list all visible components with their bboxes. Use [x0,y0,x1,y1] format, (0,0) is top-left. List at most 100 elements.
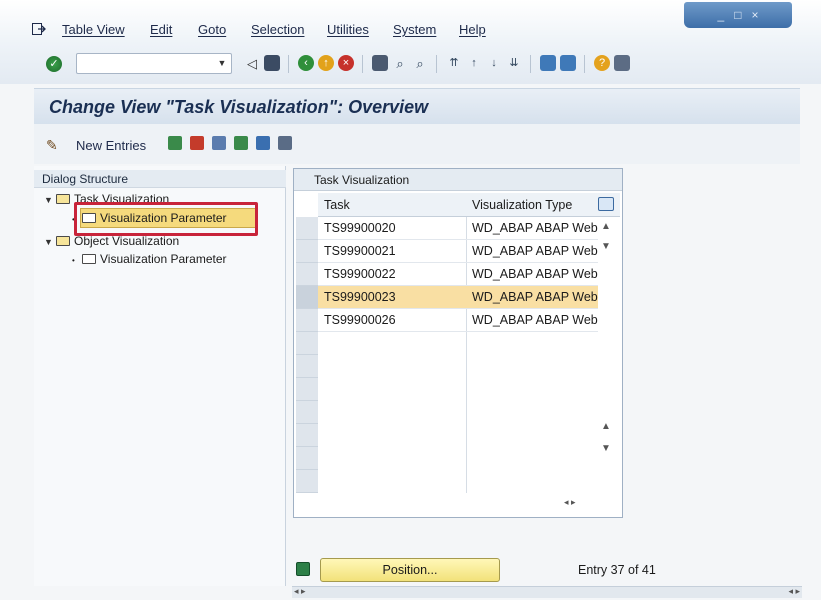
tree-item-visualization-parameter[interactable]: • Visualization Parameter [72,250,227,268]
help-icon[interactable]: ? [594,55,610,71]
folder-open-icon [56,236,70,246]
position-button[interactable]: Position... [320,558,500,582]
column-settings-icon[interactable] [598,197,614,211]
horizontal-scroll-arrows-icon[interactable]: ◂ ▸ [564,497,576,508]
page-title: Change View "Task Visualization": Overvi… [49,97,429,117]
screen-title-bar: Change View "Task Visualization": Overvi… [34,88,800,124]
entry-count: Entry 37 of 41 [578,563,656,577]
new-entries-icon[interactable]: ✎ [46,137,58,154]
expand-arrow-icon[interactable]: ▼ [44,233,56,251]
task-cell[interactable]: TS99900020 [318,217,466,240]
column-header-visualization-type[interactable]: Visualization Type [466,193,620,217]
expand-arrow-icon[interactable]: ▼ [44,191,56,209]
menu-utilities[interactable]: Utilities [327,22,369,37]
visualization-type-cell-selected[interactable]: WD_ABAP ABAP Web [466,286,598,309]
close-icon[interactable]: × [751,8,758,22]
shortcut-icon[interactable] [560,55,576,71]
dropdown-arrow-icon[interactable]: ▼ [216,57,228,69]
menu-table-view[interactable]: Table View [62,22,125,37]
last-page-icon[interactable]: ⇊ [506,55,522,71]
toolbar-separator [436,55,437,73]
task-cell-selected[interactable]: TS99900023 [318,286,466,309]
toolbar-separator [288,55,289,73]
first-page-icon[interactable]: ⇈ [446,55,462,71]
deselect-all-icon[interactable] [278,136,292,150]
row-selector[interactable] [296,217,318,240]
application-toolbar: ✎ New Entries [34,124,800,164]
vertical-scrollbar[interactable]: ▲ ▼ ▲ ▼ [598,217,616,493]
callout-highlight-box [74,202,258,236]
previous-page-icon[interactable]: ↑ [466,55,482,71]
select-all-icon[interactable] [234,136,248,150]
find-icon[interactable]: ⌕ [392,55,408,71]
tree-item-object-visualization[interactable]: ▼ Object Visualization [44,232,179,250]
visualization-type-cell[interactable]: WD_ABAP ABAP Web [466,263,598,286]
menu-bar: Table View Edit Goto Selection Utilities… [0,0,821,44]
menu-system[interactable]: System [393,22,436,37]
minimize-icon[interactable]: _ [718,8,725,22]
scroll-up-icon[interactable]: ▲ [601,221,611,232]
position-icon [296,562,310,576]
visualization-type-cell[interactable]: WD_ABAP ABAP Web [466,240,598,263]
row-selector[interactable] [296,355,318,378]
row-selector[interactable] [296,286,318,309]
command-input[interactable] [77,54,209,73]
task-visualization-table: Task Visualization Task Visualization Ty… [293,168,623,518]
menu-selection[interactable]: Selection [251,22,304,37]
new-entries-button[interactable]: New Entries [76,138,146,153]
command-field[interactable]: ▼ [76,53,232,74]
column-header-task[interactable]: Task [318,193,466,217]
back-icon[interactable]: ‹ [298,55,314,71]
row-selector[interactable] [296,401,318,424]
save-icon[interactable] [264,55,280,71]
row-selector[interactable] [296,470,318,493]
visualization-type-cell[interactable]: WD_ABAP ABAP Web [466,309,598,332]
delete-icon[interactable] [190,136,204,150]
back-arrow-icon[interactable]: ◁ [244,55,260,71]
enter-check-icon[interactable]: ✓ [46,56,62,72]
maximize-icon[interactable]: □ [734,8,741,22]
exit-icon[interactable]: ↑ [318,55,334,71]
next-page-icon[interactable]: ↓ [486,55,502,71]
scroll-left-icon[interactable]: ◂ ▸ [294,586,306,597]
scroll-right-icon[interactable]: ◂ ▸ [788,586,800,597]
tree-item-label: Visualization Parameter [100,252,227,266]
folder-icon [82,254,96,264]
bottom-horizontal-scrollbar[interactable]: ◂ ▸ ◂ ▸ [292,586,802,598]
row-selector[interactable] [296,424,318,447]
scroll-up-icon[interactable]: ▲ [601,421,611,432]
layout-menu-icon[interactable] [614,55,630,71]
select-block-icon[interactable] [256,136,270,150]
menu-help[interactable]: Help [459,22,486,37]
menu-goto[interactable]: Goto [198,22,226,37]
menu-edit[interactable]: Edit [150,22,172,37]
tree-item-label: Object Visualization [74,234,180,248]
folder-open-icon [56,194,70,204]
toolbar-separator [584,55,585,73]
print-icon[interactable] [372,55,388,71]
row-selector[interactable] [296,332,318,355]
row-selector[interactable] [296,378,318,401]
toolbar-separator [362,55,363,73]
scroll-down-icon[interactable]: ▼ [601,443,611,454]
visualization-type-cell[interactable]: WD_ABAP ABAP Web [466,217,598,240]
task-cell[interactable]: TS99900022 [318,263,466,286]
standard-toolbar: ✓ ▼ ◁ ‹ ↑ × ⌕ ⌕ ⇈ ↑ ↓ ⇊ ? [0,44,821,84]
new-session-icon[interactable] [540,55,556,71]
window-controls: _ □ × [684,2,792,28]
dialog-structure-header: Dialog Structure [34,170,286,188]
task-cell[interactable]: TS99900026 [318,309,466,332]
scroll-down-icon[interactable]: ▼ [601,241,611,252]
dialog-structure-panel: Dialog Structure ▼ Task Visualization • Vi… [34,166,286,586]
cancel-icon[interactable]: × [338,55,354,71]
row-selector[interactable] [296,447,318,470]
row-selector[interactable] [296,309,318,332]
find-next-icon[interactable]: ⌕ [412,55,428,71]
menu-arrow-icon[interactable] [32,23,46,35]
table-title: Task Visualization [294,169,622,191]
row-selector[interactable] [296,263,318,286]
row-selector[interactable] [296,240,318,263]
task-cell[interactable]: TS99900021 [318,240,466,263]
copy-as-icon[interactable] [168,136,182,150]
undo-change-icon[interactable] [212,136,226,150]
